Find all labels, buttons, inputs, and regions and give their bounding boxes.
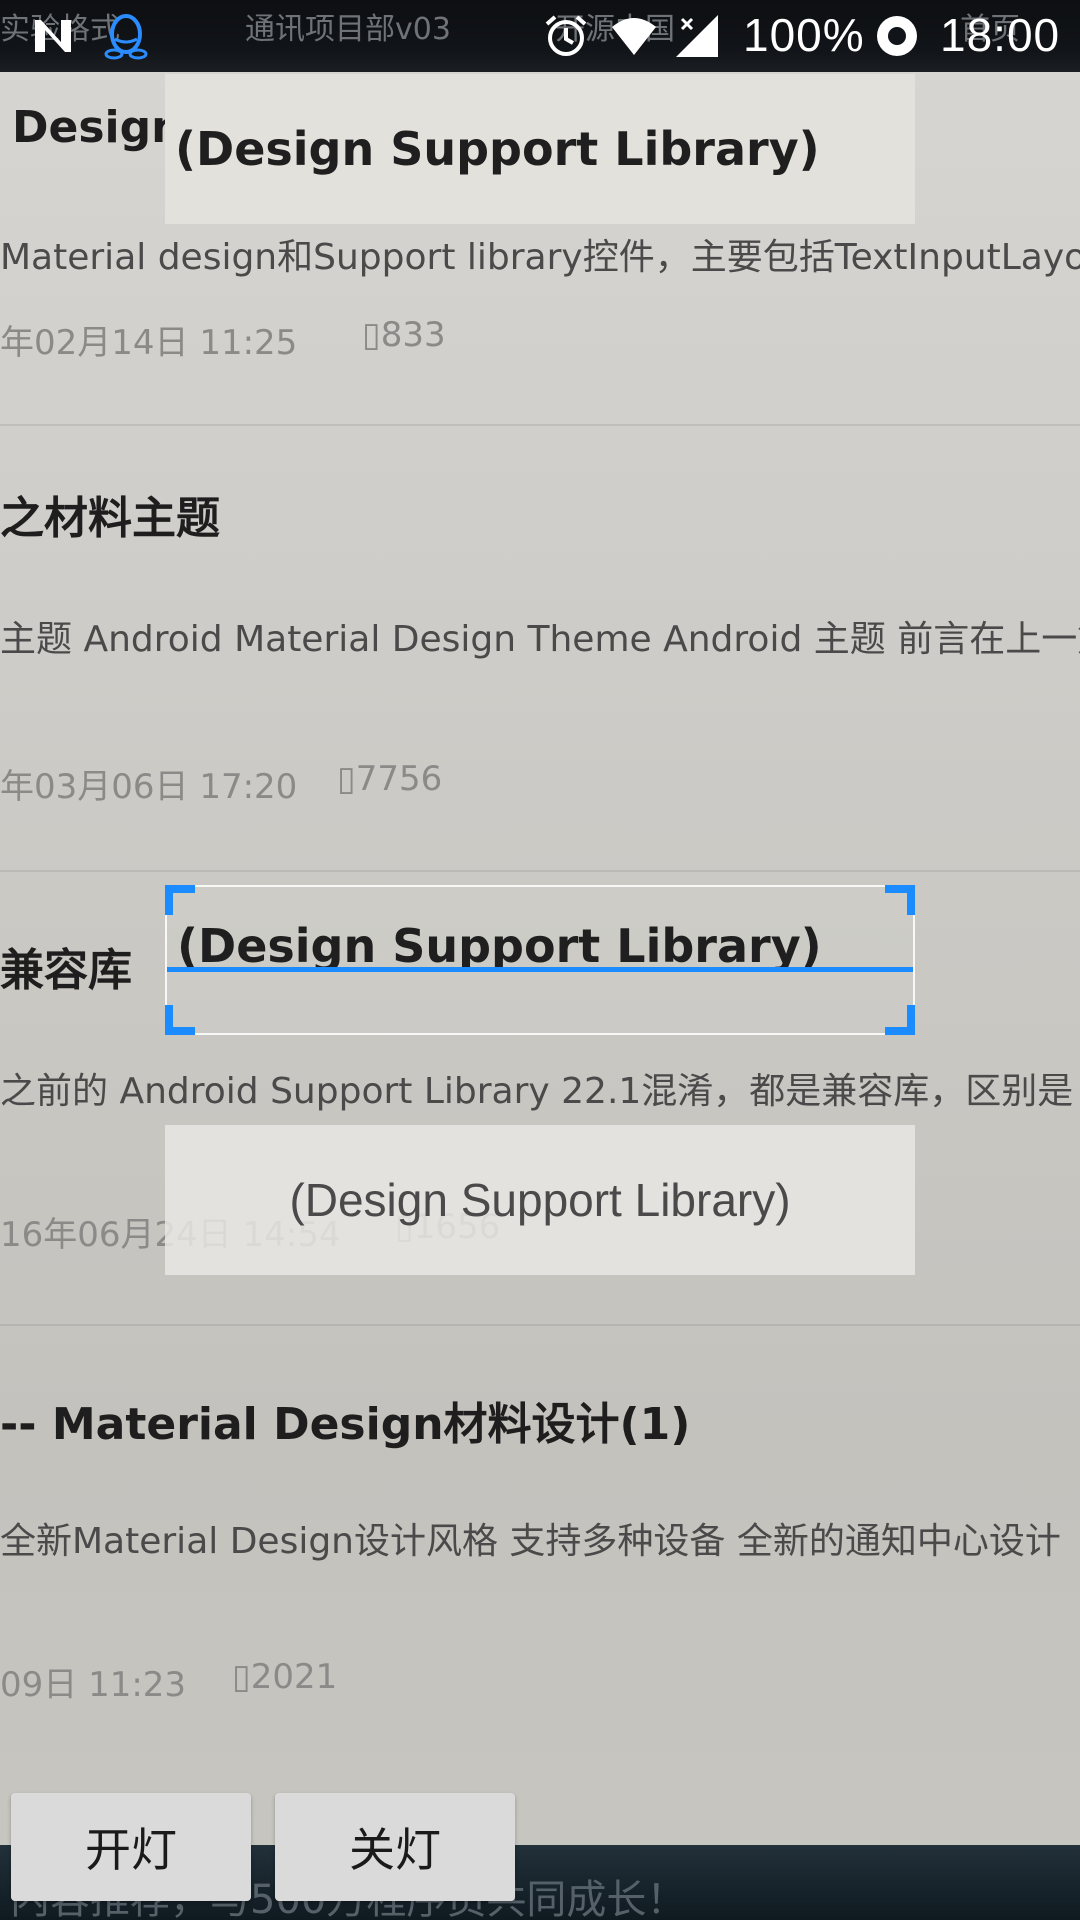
book-icon: ▯ (337, 759, 356, 799)
light-on-button[interactable]: 开灯 (11, 1793, 251, 1901)
alarm-icon (540, 12, 592, 60)
frame-corner-bottom-left (165, 1005, 195, 1035)
article-title: Design (12, 102, 183, 153)
article-views: ▯2021 (232, 1657, 337, 1697)
divider (0, 1324, 1080, 1326)
article-date: 年02月14日 11:25 (0, 323, 298, 363)
article-excerpt: Material design和Support library控件，主要包括Te… (0, 237, 1080, 278)
scan-line (167, 967, 913, 972)
do-not-disturb-icon (872, 12, 922, 60)
frame-corner-top-left (165, 885, 195, 915)
divider (0, 424, 1080, 426)
qq-penguin-icon (100, 12, 152, 60)
clock: 18:00 (940, 9, 1061, 61)
frame-corner-top-right (885, 885, 915, 915)
article-views-count: 833 (380, 315, 446, 355)
article-excerpt: 之前的 Android Support Library 22.1混淆，都是兼容库… (0, 1071, 1074, 1112)
article-excerpt: 全新Material Design设计风格 支持多种设备 全新的通知中心设计 (0, 1521, 1061, 1562)
article-title: 兼容库 (0, 945, 132, 996)
status-bar: 实验格式 通讯项目部v03 开源中国 首页 (0, 0, 1080, 72)
article-date: 09日 11:23 (0, 1665, 187, 1705)
recognized-text-top: (Design Support Library) (165, 74, 915, 224)
scanner-screen: 实验格式 通讯项目部v03 开源中国 首页 (0, 0, 1080, 1920)
n-notification-icon (28, 12, 78, 60)
book-icon: ▯ (232, 1657, 251, 1697)
light-off-button[interactable]: 关灯 (275, 1793, 515, 1901)
book-icon: ▯ (362, 315, 381, 355)
article-title: 之材料主题 (0, 493, 220, 544)
battery-level: 100% (743, 9, 865, 61)
recognized-text-result[interactable]: (Design Support Library) (165, 1125, 915, 1275)
article-excerpt: 主题 Android Material Design Theme Android… (0, 619, 1080, 660)
notification-text-document: 通讯项目部v03 (245, 12, 451, 47)
scan-frame[interactable]: (Design Support Library) (165, 885, 915, 1035)
article-views: ▯833 (362, 315, 446, 355)
article-views-count: 7756 (355, 759, 443, 799)
scan-frame-text: (Design Support Library) (177, 919, 822, 973)
signal-icon (672, 12, 722, 60)
article-title: -- Material Design材料设计(1) (0, 1399, 691, 1450)
article-views-count: 2021 (250, 1657, 338, 1697)
frame-corner-bottom-right (885, 1005, 915, 1035)
divider (0, 870, 1080, 872)
article-views: ▯7756 (337, 759, 442, 799)
wifi-icon (608, 12, 660, 60)
article-date: 年03月06日 17:20 (0, 767, 298, 807)
